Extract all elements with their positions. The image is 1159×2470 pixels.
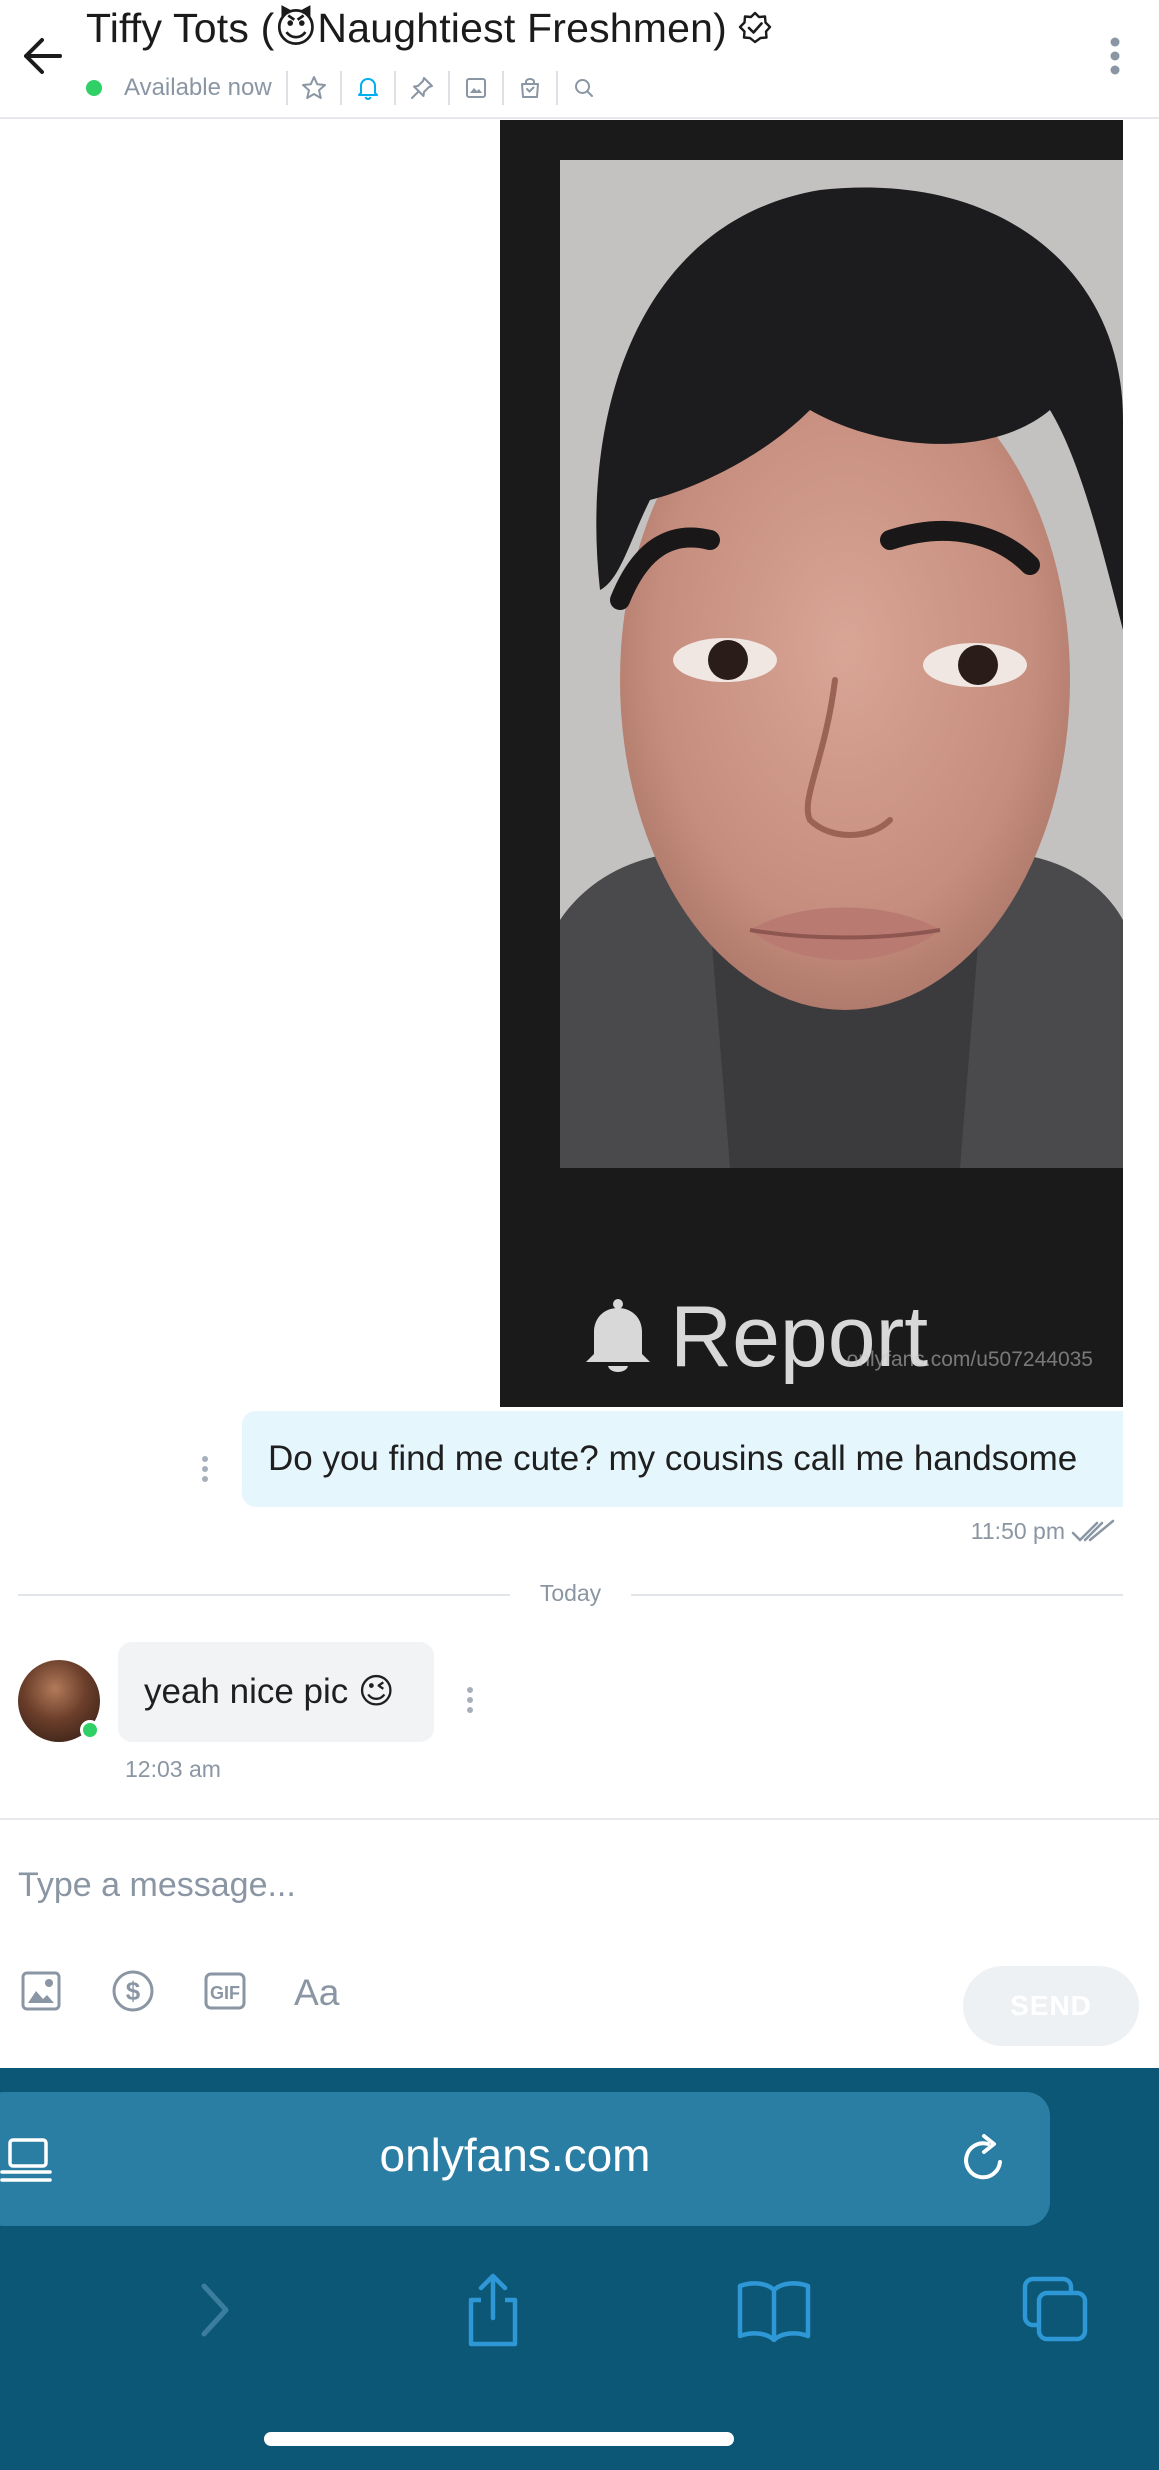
gif-button[interactable]: GIF: [202, 1968, 248, 2014]
share-icon: [468, 2273, 518, 2347]
bookmarks-button[interactable]: [734, 2270, 814, 2350]
pin-button[interactable]: [396, 68, 448, 108]
availability-status: Available now: [124, 74, 272, 101]
incoming-message-bubble[interactable]: yeah nice pic 😉: [118, 1642, 434, 1742]
favorite-button[interactable]: [288, 68, 340, 108]
pin-icon: [410, 77, 433, 99]
more-vertical-icon: [1110, 37, 1120, 75]
purchases-button[interactable]: [504, 68, 556, 108]
chat-title[interactable]: Tiffy Tots (😈Naughtiest Freshmen): [86, 4, 727, 52]
composer-tools: $ GIF Aa: [18, 1968, 340, 2014]
message-options-button[interactable]: [455, 1680, 485, 1720]
message-input[interactable]: [18, 1860, 1118, 1910]
outgoing-message-time: 11:50 pm: [970, 1518, 1065, 1544]
book-icon: [737, 2281, 811, 2342]
bell-icon: [586, 1298, 650, 1372]
text-format-button[interactable]: Aa: [294, 1968, 340, 2014]
chat-title-row[interactable]: Tiffy Tots (😈Naughtiest Freshmen): [86, 4, 773, 52]
online-status-dot: [86, 80, 102, 96]
tip-button[interactable]: $: [110, 1968, 156, 2014]
text-format-icon: Aa: [294, 1971, 340, 2013]
search-icon: [574, 79, 593, 97]
message-composer: $ GIF Aa SEND: [0, 1818, 1159, 2068]
outgoing-message-meta: 11:50 pm: [971, 1518, 1115, 1545]
verified-icon: [737, 10, 773, 46]
svg-text:GIF: GIF: [210, 1983, 240, 2003]
portrait-photo: [560, 160, 1123, 1168]
photo-message[interactable]: Report onlyfans.com/u507244035: [500, 120, 1123, 1407]
share-button[interactable]: [453, 2270, 533, 2350]
more-vertical-icon: [467, 1687, 473, 1713]
browser-toolbar: onlyfans.com: [0, 2068, 1159, 2470]
double-check-icon: [1071, 1519, 1115, 1542]
report-label: Report: [670, 1289, 929, 1385]
image-icon: [21, 1971, 61, 2011]
tabs-button[interactable]: [1016, 2270, 1096, 2350]
more-vertical-icon: [202, 1456, 208, 1482]
outgoing-message-bubble[interactable]: Do you find me cute? my cousins call me …: [242, 1411, 1123, 1507]
dollar-icon: $: [112, 1970, 154, 2012]
gif-icon: GIF: [204, 1972, 246, 2010]
home-indicator: [264, 2432, 734, 2446]
svg-text:$: $: [126, 1976, 141, 2006]
chat-header: Tiffy Tots (😈Naughtiest Freshmen) Availa…: [0, 0, 1159, 119]
photo-image[interactable]: [560, 160, 1123, 1168]
chevron-right-icon: [201, 2283, 229, 2337]
reload-icon[interactable]: [954, 2130, 1014, 2190]
chat-subheader-toolbar: Available now: [86, 68, 610, 108]
back-button[interactable]: [16, 30, 68, 82]
star-icon: [301, 76, 326, 99]
outgoing-message-text: Do you find me cute? my cousins call me …: [268, 1439, 1078, 1478]
forward-button[interactable]: [174, 2270, 254, 2350]
search-chat-button[interactable]: [558, 68, 610, 108]
incoming-message-time: 12:03 am: [125, 1756, 221, 1782]
tabs-icon: [1022, 2276, 1088, 2342]
send-button[interactable]: SEND: [963, 1966, 1139, 2046]
day-divider: Today: [18, 1580, 1123, 1610]
divider-line: [631, 1594, 1123, 1596]
bell-icon: [357, 78, 378, 100]
notifications-button[interactable]: [342, 68, 394, 108]
incoming-message-text: yeah nice pic 😉: [144, 1672, 395, 1711]
bag-icon: [520, 78, 539, 98]
report-button[interactable]: Report: [580, 1288, 928, 1387]
back-arrow-icon: [24, 38, 62, 74]
online-status-dot: [80, 1720, 100, 1740]
browser-nav-row: [0, 2254, 1159, 2364]
message-options-button[interactable]: [190, 1449, 220, 1489]
photo-watermark: onlyfans.com/u507244035: [846, 1348, 1093, 1371]
attach-media-button[interactable]: [18, 1968, 64, 2014]
svg-text:Aa: Aa: [294, 1971, 340, 2013]
media-gallery-button[interactable]: [450, 68, 502, 108]
image-icon: [465, 78, 486, 98]
url-text[interactable]: onlyfans.com: [0, 2128, 1050, 2182]
address-bar[interactable]: onlyfans.com: [0, 2092, 1050, 2226]
more-options-button[interactable]: [1089, 28, 1141, 84]
avatar[interactable]: [18, 1660, 100, 1742]
